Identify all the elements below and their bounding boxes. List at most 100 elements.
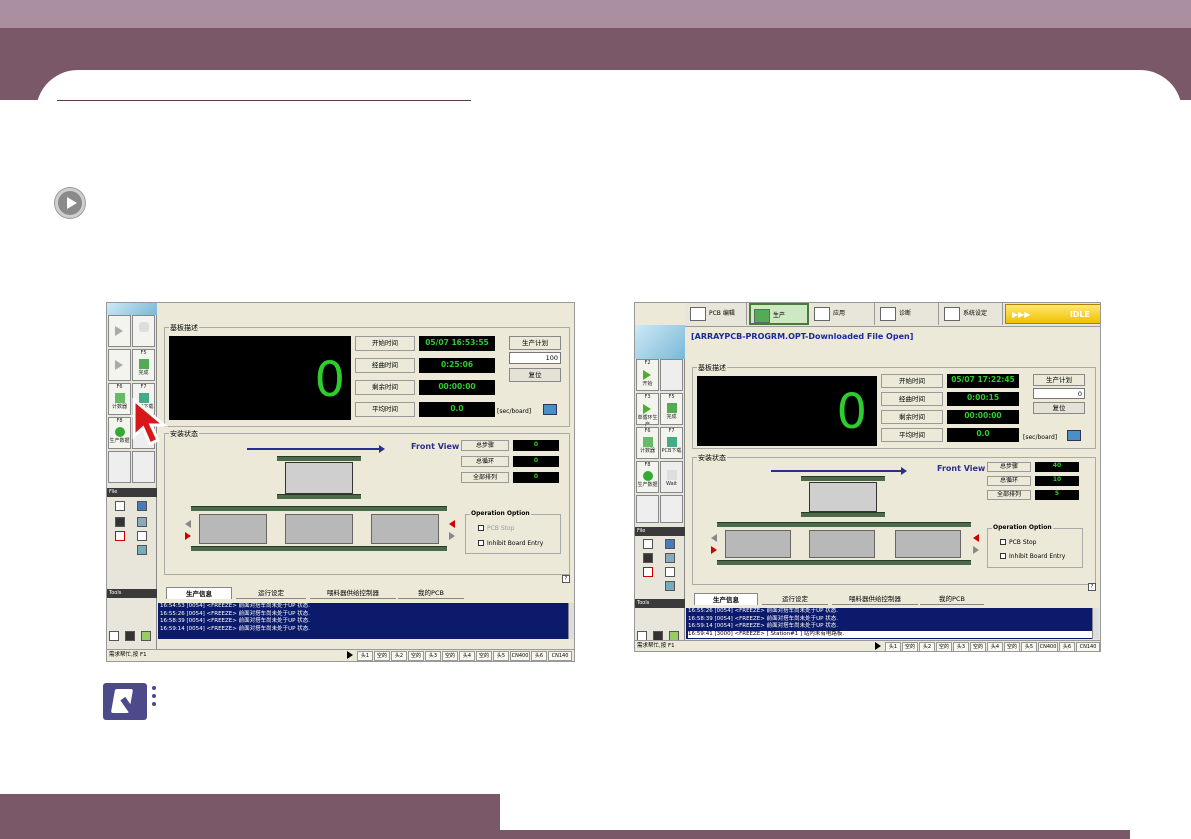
idle-label: IDLE xyxy=(1069,310,1090,319)
alarm-icon[interactable] xyxy=(115,531,125,541)
transfer-icon[interactable] xyxy=(665,553,675,563)
pcb-edit-tab[interactable]: PCB 编辑 xyxy=(687,303,747,325)
status-cn400: CN400 xyxy=(1038,642,1058,651)
file-bar[interactable]: File xyxy=(107,488,157,497)
refresh-icon[interactable] xyxy=(543,404,557,415)
save-icon[interactable] xyxy=(115,517,125,527)
status-head1: 头1 xyxy=(885,642,901,651)
status-empty: 空的 xyxy=(1004,642,1020,651)
refresh-icon[interactable] xyxy=(1067,430,1081,441)
empty-button xyxy=(132,451,155,483)
transfer-icon[interactable] xyxy=(137,517,147,527)
start-time-value: 05/07 16:53:55 xyxy=(419,336,495,351)
start-button[interactable]: F2 开始 xyxy=(636,359,659,391)
application-tab[interactable]: 应用 xyxy=(811,303,875,325)
plan-input[interactable]: 0 xyxy=(1033,388,1085,399)
print-icon[interactable] xyxy=(125,631,135,641)
start-time-label: 开始时间 xyxy=(881,374,943,388)
doc-icon[interactable] xyxy=(643,539,653,549)
inhibit-entry-checkbox[interactable]: Inhibit Board Entry xyxy=(478,540,543,547)
system-settings-tab[interactable]: 系统设定 xyxy=(941,303,1003,325)
start-time-value: 05/07 17:22:45 xyxy=(947,374,1019,388)
production-tab[interactable]: 生产 xyxy=(749,303,809,325)
elapsed-time-value: 0:25:06 xyxy=(419,358,495,373)
pcb-slot-1 xyxy=(199,514,267,544)
globe-icon[interactable] xyxy=(137,545,147,555)
save-icon[interactable] xyxy=(643,553,653,563)
upper-pcb xyxy=(285,462,353,494)
upper-conveyor xyxy=(277,456,361,461)
top-toolbar: PCB 编辑 生产 应用 诊断 系统设定 ▶▶▶ IDLE xyxy=(685,303,1100,327)
folder-icon[interactable] xyxy=(137,501,147,511)
bottom-band xyxy=(0,794,500,839)
folder-icon[interactable] xyxy=(665,539,675,549)
empty-button xyxy=(108,451,131,483)
counter-button[interactable]: F6 计数器 xyxy=(108,383,131,415)
status-cn140: CN140 xyxy=(1076,642,1100,651)
production-data-button[interactable]: F8 生产数据 xyxy=(636,461,659,493)
doc-icon[interactable] xyxy=(115,501,125,511)
log-scrollbar[interactable] xyxy=(1092,608,1099,639)
empty-button xyxy=(636,495,659,523)
tab-feeder-control[interactable]: 喂料器供给控制器 xyxy=(310,587,396,599)
operation-option-group: Operation Option PCB Stop Inhibit Board … xyxy=(987,524,1083,568)
mount-title: 安装状态 xyxy=(697,453,727,463)
counter-button[interactable]: F6 计数器 xyxy=(636,427,659,459)
tab-my-pcb[interactable]: 我的PCB xyxy=(920,593,984,605)
log-scrollbar[interactable] xyxy=(568,603,574,639)
direction-arrow xyxy=(247,445,385,453)
pcb-stop-checkbox[interactable]: PCB Stop xyxy=(1000,539,1036,546)
finish-button[interactable]: F5 完成 xyxy=(660,393,683,425)
wait-hand-button[interactable]: Wait xyxy=(660,461,683,493)
alarm-icon[interactable] xyxy=(643,567,653,577)
help-button[interactable]: ? xyxy=(562,575,570,583)
globe-icon[interactable] xyxy=(665,581,675,591)
board-group: 基板描述 0 开始时间 05/07 17:22:45 经曲时间 0:00:15 … xyxy=(692,363,1096,449)
status-empty: 空的 xyxy=(408,651,424,661)
diagnosis-tab[interactable]: 诊断 xyxy=(877,303,939,325)
reset-button[interactable]: 复位 xyxy=(509,368,561,382)
status-head3: 头3 xyxy=(953,642,969,651)
tab-run-settings[interactable]: 运行设定 xyxy=(236,587,306,599)
count-value: 0 xyxy=(836,384,867,440)
cycle-button[interactable]: F3 单循环生产 xyxy=(636,393,659,428)
tab-feeder-control[interactable]: 喂料器供给控制器 xyxy=(832,593,918,605)
main-conveyor-top xyxy=(717,522,971,527)
plan-input[interactable]: 100 xyxy=(509,352,561,364)
pcb-stop-checkbox[interactable]: PCB Stop xyxy=(478,525,514,532)
log-line-selected: 16:59:41 [3000] <FREEZE> [ Station#1 ] 站… xyxy=(688,630,1092,638)
production-data-button[interactable]: F8 生产数据 xyxy=(108,417,131,449)
remaining-time-value: 00:00:00 xyxy=(419,380,495,395)
status-bar: 需求帮忙,按 F1 头1 空的 头2 空的 头3 空的 头4 空的 头5 CN4… xyxy=(635,640,1100,651)
tools-bar[interactable]: Tools xyxy=(107,589,157,598)
clip-icon[interactable] xyxy=(141,631,151,641)
help-button[interactable]: ? xyxy=(1088,583,1096,591)
wait-button[interactable] xyxy=(132,315,155,347)
tools-bar[interactable]: Tools xyxy=(635,599,685,608)
total-cycles-label: 总循环 xyxy=(461,456,509,467)
wait-button[interactable] xyxy=(660,359,683,391)
red-arrow-icon xyxy=(449,520,455,528)
report-icon[interactable] xyxy=(665,567,675,577)
mount-group: 安装状态 Front View 总步骤 0 总循环 0 全部排列 0 Opera… xyxy=(164,429,570,575)
file-bar[interactable]: File xyxy=(635,527,685,536)
cycle-button[interactable] xyxy=(108,349,131,381)
pcb-download-button[interactable]: F7PCB下载 xyxy=(660,427,683,459)
reset-button[interactable]: 复位 xyxy=(1033,402,1085,414)
tab-run-settings[interactable]: 运行设定 xyxy=(762,593,828,605)
finish-button[interactable]: F5 完成 xyxy=(132,349,155,381)
status-head2: 头2 xyxy=(391,651,407,661)
inhibit-entry-checkbox[interactable]: Inhibit Board Entry xyxy=(1000,553,1065,560)
main-conveyor-bottom xyxy=(191,546,447,551)
tab-production-info[interactable]: 生产信息 xyxy=(166,587,232,599)
tab-my-pcb[interactable]: 我的PCB xyxy=(398,587,464,599)
left-arrow-icon xyxy=(185,520,191,528)
tool-icon[interactable] xyxy=(109,631,119,641)
status-head6: 头6 xyxy=(531,651,547,661)
total-cycles-value: 10 xyxy=(1035,476,1079,486)
tab-production-info[interactable]: 生产信息 xyxy=(694,593,758,605)
operation-option-title: Operation Option xyxy=(470,510,531,517)
start-button[interactable] xyxy=(108,315,131,347)
report-icon[interactable] xyxy=(137,531,147,541)
left-function-panel: F5完成 F6计数器 F7PCB下载 F8生产数据 File Tools xyxy=(107,303,157,661)
